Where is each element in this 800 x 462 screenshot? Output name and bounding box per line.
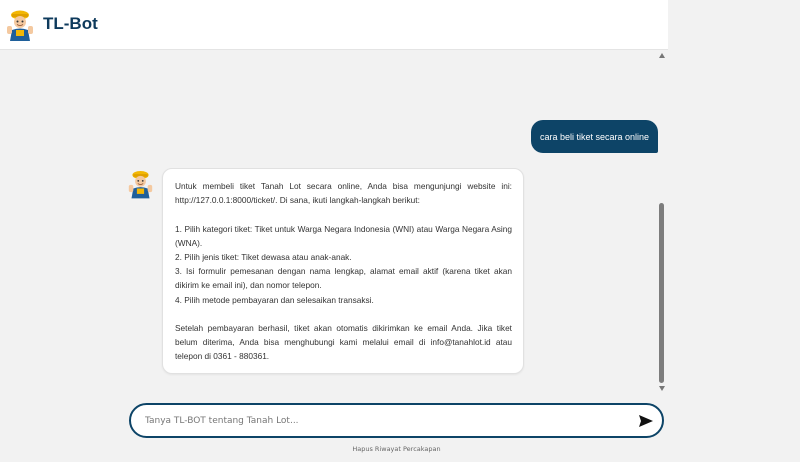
scrollbar-thumb[interactable] [659,203,664,383]
brand-title[interactable]: TL-Bot [43,14,98,34]
chat-input[interactable] [145,415,615,426]
bot-message-step: 3. Isi formulir pemesanan dengan nama le… [175,266,512,291]
user-message: cara beli tiket secara online [531,120,658,153]
chat-input-box[interactable] [129,403,664,438]
bot-message: Untuk membeli tiket Tanah Lot secara onl… [162,168,524,374]
right-gutter [668,0,800,412]
chat-scrollbar[interactable] [657,50,667,394]
bot-message-step: 1. Pilih kategori tiket: Tiket untuk War… [175,223,512,248]
scroll-down-arrow-icon[interactable] [659,386,665,391]
bot-message-step: 4. Pilih metode pembayaran dan selesaika… [175,294,374,305]
clear-history-link[interactable]: Hapus Riwayat Percakapan [0,445,793,453]
bot-message-outro: Setelah pembayaran berhasil, tiket akan … [175,323,512,362]
send-icon[interactable] [638,413,654,429]
scroll-up-arrow-icon[interactable] [659,53,665,58]
bot-message-step: 2. Pilih jenis tiket: Tiket dewasa atau … [175,252,352,262]
bot-mascot-icon[interactable] [5,9,35,41]
bot-message-intro: Untuk membeli tiket Tanah Lot secara onl… [175,181,512,206]
bot-mascot-icon [128,170,153,199]
